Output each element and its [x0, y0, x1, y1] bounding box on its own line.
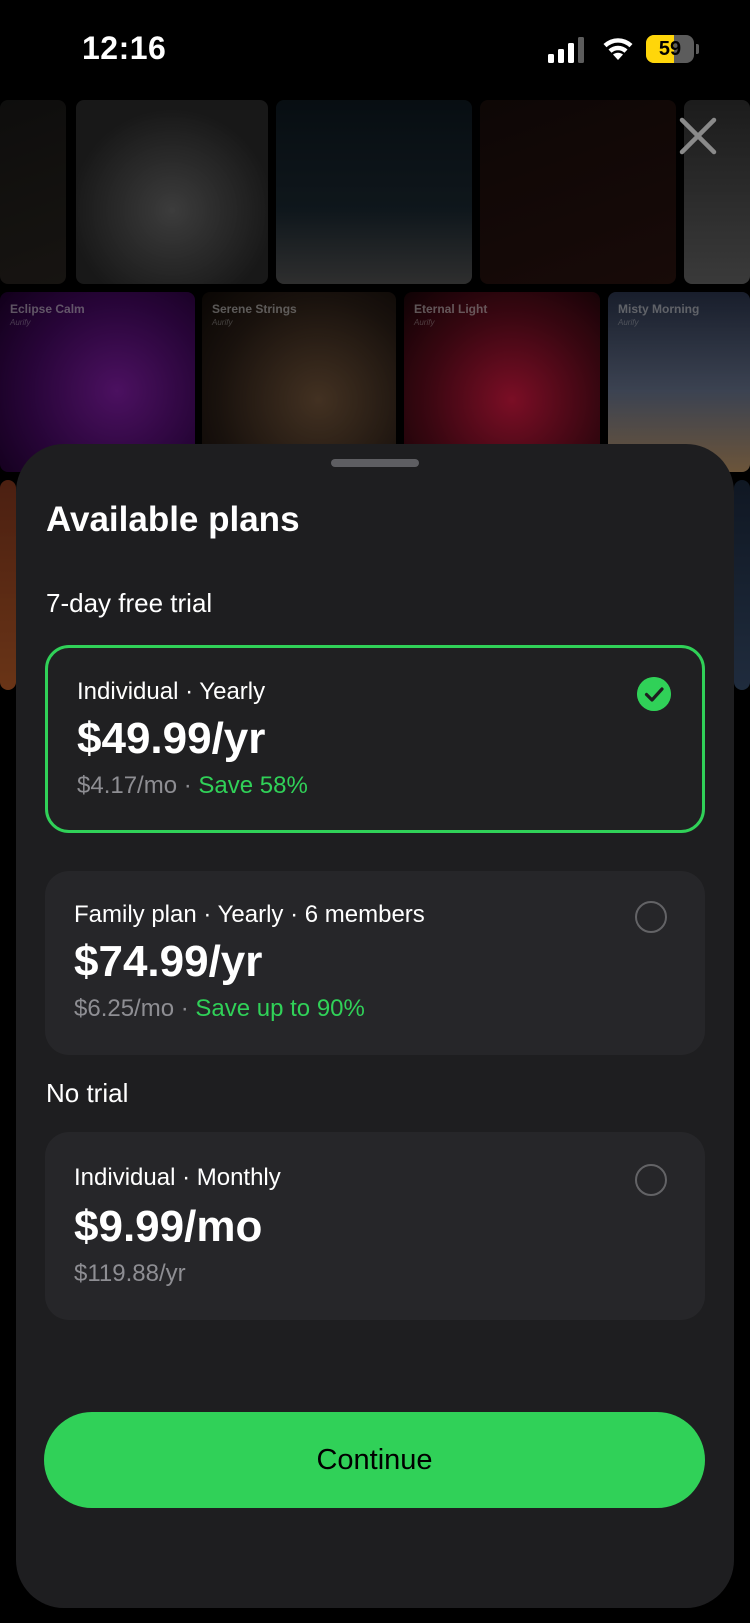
plan-subtext: $119.88/yr: [74, 1260, 186, 1287]
plan-name: Individual · Yearly: [77, 678, 266, 705]
wifi-icon: [603, 38, 633, 60]
plan-card-individual-yearly[interactable]: Individual · Yearly $49.99/yr $4.17/mo ·…: [45, 645, 705, 833]
plan-card-family-yearly[interactable]: Family plan · Yearly · 6 members $74.99/…: [45, 871, 705, 1055]
plan-price: $49.99/yr: [77, 714, 266, 763]
sheet-title: Available plans: [46, 500, 300, 539]
battery-percent: 59: [658, 38, 682, 60]
plan-card-individual-monthly[interactable]: Individual · Monthly $9.99/mo $119.88/yr: [45, 1132, 705, 1320]
checkmark-selected-icon[interactable]: [637, 677, 671, 711]
save-badge: Save 58%: [198, 772, 308, 799]
plan-subtext: $6.25/mo · Save up to 90%: [74, 995, 365, 1022]
plan-name: Individual · Monthly: [74, 1164, 281, 1191]
trial-section-label: 7-day free trial: [46, 588, 213, 618]
status-bar: 12:16 59: [0, 0, 750, 100]
battery-indicator: 59: [646, 35, 699, 63]
plan-price: $9.99/mo: [74, 1202, 263, 1251]
plans-sheet: Available plans 7-day free trial Individ…: [16, 444, 734, 1608]
save-badge: Save up to 90%: [195, 995, 365, 1022]
plan-subtext: $4.17/mo · Save 58%: [77, 772, 308, 799]
status-time: 12:16: [82, 30, 167, 66]
cellular-signal-icon: [548, 37, 584, 63]
radio-unselected-icon[interactable]: [635, 901, 667, 933]
close-icon[interactable]: [672, 110, 724, 162]
plan-name: Family plan · Yearly · 6 members: [74, 901, 425, 928]
no-trial-section-label: No trial: [46, 1078, 129, 1108]
sheet-grabber[interactable]: [331, 459, 419, 467]
continue-button[interactable]: Continue: [44, 1412, 705, 1508]
plan-price: $74.99/yr: [74, 937, 263, 986]
radio-unselected-icon[interactable]: [635, 1164, 667, 1196]
